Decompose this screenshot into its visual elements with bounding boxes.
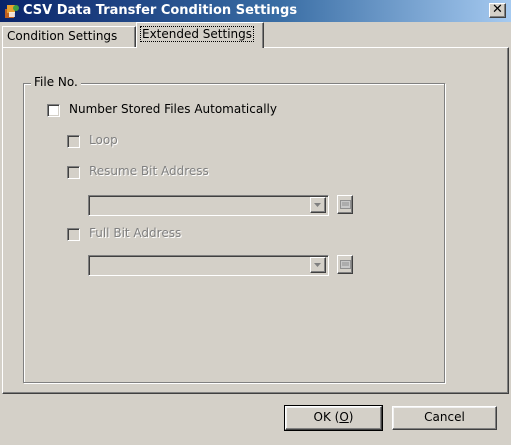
full-bit-label: Full Bit Address [89, 226, 182, 240]
full-bit-address-value [91, 257, 291, 272]
file-no-group-label: File No. [31, 75, 81, 89]
address-picker-icon [340, 260, 351, 269]
auto-number-label: Number Stored Files Automatically [69, 102, 277, 116]
dialog-window: CSV Data Transfer Condition Settings ✕ C… [0, 0, 511, 445]
tab-label: Condition Settings [7, 29, 118, 43]
tab-extended-settings[interactable]: Extended Settings [136, 22, 264, 48]
full-bit-checkbox[interactable] [67, 228, 80, 241]
resume-bit-address-combo[interactable] [88, 195, 329, 216]
resume-bit-address-picker-button[interactable] [337, 195, 353, 214]
auto-number-checkbox[interactable] [47, 104, 60, 117]
full-bit-address-combo[interactable] [88, 255, 329, 276]
resume-bit-address-value [91, 197, 291, 212]
cancel-button[interactable]: Cancel [392, 406, 497, 430]
app-icon [5, 5, 19, 18]
resume-bit-label: Resume Bit Address [89, 164, 209, 178]
dropdown-arrow-icon [314, 203, 321, 207]
close-icon: ✕ [492, 2, 503, 17]
full-bit-address-picker-button[interactable] [337, 255, 353, 274]
ok-label-suffix: ) [348, 410, 354, 424]
close-button[interactable]: ✕ [489, 3, 506, 18]
tab-condition-settings[interactable]: Condition Settings [2, 26, 136, 47]
address-picker-icon [340, 200, 351, 209]
ok-label-prefix: OK ( [313, 410, 340, 424]
tab-label: Extended Settings [139, 26, 255, 42]
dropdown-arrow-icon [314, 263, 321, 267]
loop-label: Loop [89, 133, 118, 147]
resume-bit-checkbox[interactable] [67, 166, 80, 179]
loop-checkbox[interactable] [67, 135, 80, 148]
resume-bit-dropdown-button[interactable] [310, 197, 326, 213]
title-bar[interactable]: CSV Data Transfer Condition Settings ✕ [0, 0, 511, 22]
window-title: CSV Data Transfer Condition Settings [23, 3, 298, 18]
ok-mnemonic: O [339, 410, 349, 424]
ok-button[interactable]: OK (O) [284, 405, 383, 431]
file-no-groupbox [23, 83, 445, 383]
full-bit-dropdown-button[interactable] [310, 257, 326, 273]
